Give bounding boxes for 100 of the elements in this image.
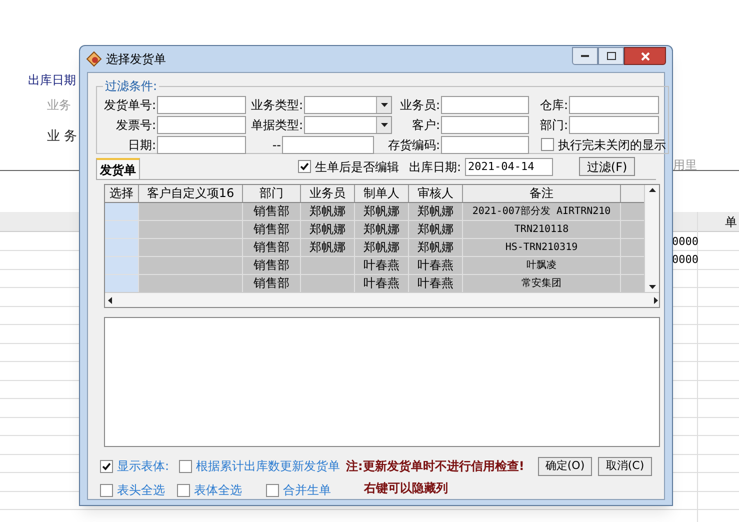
- window-title: 选择发货单: [106, 51, 166, 68]
- table-cell: 叶春燕: [355, 257, 409, 274]
- table-cell: 销售部: [243, 221, 301, 238]
- table-cell: 郑帆娜: [409, 239, 463, 256]
- table-cell: 销售部: [243, 275, 301, 292]
- form-label: 业务: [47, 97, 71, 114]
- table-cell: TRN210118: [463, 221, 621, 238]
- scroll-right-icon: [654, 296, 658, 304]
- checkbox-label: 生单后是否编辑: [315, 158, 399, 176]
- checkbox-label: 表体全选: [194, 482, 242, 499]
- table-cell: 叶春燕: [355, 275, 409, 292]
- field-label: 仓库:: [538, 96, 569, 114]
- input-field[interactable]: [441, 96, 529, 114]
- input-field[interactable]: [441, 136, 529, 154]
- close-button[interactable]: [624, 47, 666, 65]
- checkbox[interactable]: [541, 138, 554, 151]
- table-cell: 叶春燕: [409, 275, 463, 292]
- checkbox-label: 显示表体:: [117, 458, 170, 475]
- input-field[interactable]: [282, 136, 374, 154]
- form-label: 用里: [673, 157, 697, 174]
- checkbox[interactable]: [179, 460, 192, 472]
- input-field[interactable]: [441, 116, 529, 134]
- column-header[interactable]: 业务员: [301, 185, 355, 202]
- cancel-button[interactable]: 取消(C): [598, 457, 652, 476]
- table-cell: 郑帆娜: [409, 221, 463, 238]
- table-cell: 郑帆娜: [301, 203, 355, 220]
- field-label: 出库日期:: [409, 158, 462, 176]
- table-cell-text: 0000: [672, 234, 698, 250]
- table-cell: 销售部: [243, 239, 301, 256]
- field-label: 发货单号:: [102, 96, 157, 114]
- checkbox[interactable]: [177, 484, 190, 496]
- dropdown-arrow-icon: [380, 122, 388, 126]
- table-cell: 郑帆娜: [355, 203, 409, 220]
- checkbox-label: 根据累计出库数更新发货单: [196, 458, 340, 475]
- warning-note: 注:更新发货单时不进行信用检查!: [346, 458, 524, 475]
- dropdown-arrow-icon: [380, 102, 388, 106]
- column-header[interactable]: 备注: [463, 185, 621, 202]
- table-cell: 2021-007部分发 AIRTRN210: [463, 203, 621, 220]
- table-cell-text: 0000: [672, 252, 698, 268]
- app-icon: [86, 51, 102, 67]
- input-field[interactable]: [157, 116, 246, 134]
- field-label: 单据类型:: [250, 116, 304, 134]
- checkbox-label: 表头全选: [117, 482, 165, 499]
- tab[interactable]: 发货单: [96, 158, 140, 179]
- minimize-button[interactable]: [572, 47, 598, 65]
- checkbox-label: 合并生单: [283, 482, 331, 499]
- table-cell: 郑帆娜: [301, 239, 355, 256]
- dropdown-field[interactable]: [304, 116, 392, 134]
- close-icon: [640, 52, 650, 60]
- table-cell: 销售部: [243, 203, 301, 220]
- column-header: 单: [725, 214, 737, 230]
- column-header[interactable]: 部门: [243, 185, 301, 202]
- field-label: --: [271, 136, 282, 154]
- table-cell: 郑帆娜: [355, 239, 409, 256]
- field-label: 业务类型:: [250, 96, 304, 114]
- table-cell: 郑帆娜: [409, 203, 463, 220]
- check-icon: [102, 462, 111, 470]
- field-label: 发票号:: [114, 116, 157, 134]
- scroll-down-icon: [648, 285, 656, 289]
- field-label: 业务员:: [398, 96, 441, 114]
- ok-button[interactable]: 确定(O): [538, 457, 592, 476]
- column-header[interactable]: 选择: [105, 185, 139, 202]
- table-cell: 常安集团: [463, 275, 621, 292]
- input-field[interactable]: [569, 116, 659, 134]
- table-cell: 叶飘凌: [463, 257, 621, 274]
- input-field[interactable]: [569, 96, 659, 114]
- scroll-up-icon: [648, 188, 656, 192]
- field-label: 部门:: [538, 116, 569, 134]
- checkbox[interactable]: [298, 160, 311, 173]
- checkbox[interactable]: [100, 484, 113, 496]
- checkbox[interactable]: [266, 484, 279, 496]
- minimize-icon: [581, 54, 589, 58]
- dropdown-field[interactable]: [304, 96, 392, 114]
- input-field[interactable]: [157, 136, 246, 154]
- field-label: 存货编码:: [386, 136, 441, 154]
- scroll-left-icon: [108, 296, 112, 304]
- maximize-icon: [606, 52, 616, 60]
- table-cell: 郑帆娜: [301, 221, 355, 238]
- check-icon: [300, 162, 309, 171]
- vertical-scrollbar[interactable]: [644, 185, 659, 292]
- column-header[interactable]: 审核人: [409, 185, 463, 202]
- column-header[interactable]: 制单人: [355, 185, 409, 202]
- form-label: 出库日期: [28, 72, 76, 89]
- warning-note: 右键可以隐藏列: [362, 480, 450, 497]
- field-label: 客户:: [410, 116, 441, 134]
- checkbox-label: 执行完未关闭的显示: [558, 136, 666, 154]
- table-cell: 销售部: [243, 257, 301, 274]
- table-cell: HS-TRN210319: [463, 239, 621, 256]
- column-header[interactable]: 客户自定义项16: [139, 185, 243, 202]
- table-cell: 叶春燕: [409, 257, 463, 274]
- horizontal-scrollbar[interactable]: [105, 292, 659, 307]
- table-cell: 郑帆娜: [355, 221, 409, 238]
- date-field[interactable]: 2021-04-14: [465, 158, 554, 176]
- field-label: 日期:: [126, 136, 157, 154]
- maximize-button[interactable]: [598, 47, 624, 65]
- group-legend: 过滤条件:: [103, 77, 160, 95]
- filter-button[interactable]: 过滤(F): [579, 157, 636, 176]
- form-label: 业 务: [47, 128, 78, 146]
- checkbox[interactable]: [100, 460, 113, 472]
- input-field[interactable]: [157, 96, 246, 114]
